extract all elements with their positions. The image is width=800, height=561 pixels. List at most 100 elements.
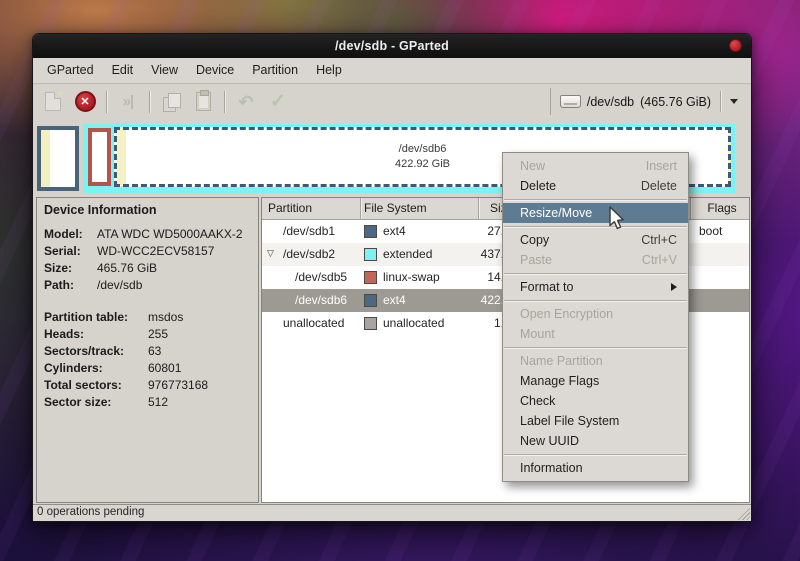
fs-label: ext4: [383, 224, 406, 238]
partition-box-sdb1[interactable]: [37, 126, 79, 191]
menu-item-copy[interactable]: Copy Ctrl+C: [503, 230, 688, 250]
partition-size: 27.: [487, 224, 504, 238]
field-value: 465.76 GiB: [97, 261, 158, 275]
menu-item-new[interactable]: New Insert: [503, 156, 688, 176]
copy-button[interactable]: [158, 88, 184, 115]
menu-edit[interactable]: Edit: [103, 58, 143, 83]
field-value: 60801: [148, 361, 182, 375]
toolbar-separator: [224, 90, 225, 113]
menu-item-check[interactable]: Check: [503, 391, 688, 411]
close-button[interactable]: [729, 39, 742, 52]
menu-item-paste[interactable]: Paste Ctrl+V: [503, 250, 688, 270]
mouse-cursor: [609, 206, 624, 230]
partition-name: /dev/sdb5: [295, 270, 348, 284]
menu-partition[interactable]: Partition: [243, 58, 307, 83]
expander-icon[interactable]: ▽: [267, 248, 274, 259]
selected-partition-label: /dev/sdb6: [398, 143, 447, 156]
new-partition-icon: [45, 91, 63, 111]
selected-partition-size: 422.92 GiB: [394, 158, 451, 170]
status-text: 0 operations pending: [37, 506, 145, 518]
window-title: /dev/sdb - GParted: [334, 39, 450, 53]
menu-help[interactable]: Help: [307, 58, 351, 83]
menu-item-information[interactable]: Information: [503, 458, 688, 478]
partition-size: 1.: [493, 316, 504, 330]
menu-device[interactable]: Device: [187, 58, 243, 83]
submenu-arrow-icon: [671, 283, 677, 291]
toolbar-separator: [106, 90, 107, 113]
paste-button[interactable]: [190, 88, 216, 115]
fs-color-swatch: [364, 270, 377, 284]
menu-separator: [503, 297, 688, 304]
device-information-panel: Device Information Model: ATA WDC WD5000A…: [36, 197, 259, 503]
fs-color-swatch: [364, 293, 377, 307]
menu-separator: [503, 451, 688, 458]
field-label: Partition table:: [44, 310, 129, 324]
title-bar[interactable]: /dev/sdb - GParted: [33, 34, 751, 58]
fs-color-swatch: [364, 316, 377, 330]
partition-size: 14.: [487, 270, 504, 284]
fs-label: ext4: [383, 293, 406, 307]
field-value: 63: [148, 344, 162, 358]
menu-separator: [503, 223, 688, 230]
menu-item-new-uuid[interactable]: New UUID: [503, 431, 688, 451]
partition-context-menu: New Insert Delete Delete Resize/Move Copy C…: [502, 152, 689, 482]
menu-separator: [503, 196, 688, 203]
menu-item-mount[interactable]: Mount: [503, 324, 688, 344]
apply-icon: ✓: [270, 91, 286, 112]
toolbar-separator: [149, 90, 150, 113]
menu-view[interactable]: View: [142, 58, 187, 83]
menu-item-label-file-system[interactable]: Label File System: [503, 411, 688, 431]
menu-item-manage-flags[interactable]: Manage Flags: [503, 371, 688, 391]
field-value: WD-WCC2ECV58157: [97, 244, 215, 258]
field-value: 976773168: [148, 378, 209, 392]
toolbar: ✕ »| ↶ ✓ /dev/sdb (465.76 GiB): [33, 84, 751, 119]
resize-move-icon: »|: [122, 93, 135, 110]
menu-item-resize-move[interactable]: Resize/Move: [503, 203, 688, 223]
device-selector[interactable]: /dev/sdb (465.76 GiB): [549, 88, 746, 115]
field-label: Sectors/track:: [44, 344, 125, 358]
field-label: Sector size:: [44, 395, 112, 409]
device-information-title: Device Information: [44, 203, 157, 217]
menu-gparted[interactable]: GParted: [38, 58, 103, 83]
new-partition-button[interactable]: [40, 88, 66, 115]
undo-icon: ↶: [238, 91, 254, 112]
resize-move-button[interactable]: »|: [115, 88, 141, 115]
disk-icon: [559, 95, 581, 108]
field-label: Heads:: [44, 327, 85, 341]
field-label: Cylinders:: [44, 361, 103, 375]
delete-partition-icon: ✕: [74, 91, 96, 112]
menu-item-name-partition[interactable]: Name Partition: [503, 351, 688, 371]
partition-box-sdb5[interactable]: [88, 128, 111, 186]
field-label: Total sectors:: [44, 378, 122, 392]
column-header-flags[interactable]: Flags: [698, 201, 746, 215]
partition-name: /dev/sdb2: [283, 247, 336, 261]
field-label: Size:: [44, 261, 73, 275]
column-header-file-system[interactable]: File System: [364, 201, 427, 215]
field-value: 255: [148, 327, 169, 341]
menu-item-delete[interactable]: Delete Delete: [503, 176, 688, 196]
partition-size: 437.: [480, 247, 504, 261]
field-value: /dev/sdb: [97, 278, 143, 292]
menu-separator: [503, 270, 688, 277]
undo-button[interactable]: ↶: [233, 88, 259, 115]
partition-name: unallocated: [283, 316, 345, 330]
status-bar: 0 operations pending: [33, 504, 751, 521]
field-value: 512: [148, 395, 169, 409]
partition-name: /dev/sdb6: [295, 293, 348, 307]
field-label: Serial:: [44, 244, 81, 258]
fs-color-swatch: [364, 224, 377, 238]
fs-color-swatch: [364, 247, 377, 261]
column-header-partition[interactable]: Partition: [268, 201, 312, 215]
menu-bar: GParted Edit View Device Partition Help: [33, 58, 751, 84]
delete-partition-button[interactable]: ✕: [72, 88, 98, 115]
desktop: { "window": { "title": "/dev/sdb - GPart…: [0, 0, 800, 561]
menu-item-format-to[interactable]: Format to: [503, 277, 688, 297]
menu-item-open-encryption[interactable]: Open Encryption: [503, 304, 688, 324]
menu-separator: [503, 344, 688, 351]
field-label: Model:: [44, 227, 83, 241]
apply-button[interactable]: ✓: [265, 88, 291, 115]
chevron-down-icon: [730, 99, 738, 104]
field-value: msdos: [148, 310, 184, 324]
paste-icon: [195, 90, 211, 111]
resize-grip[interactable]: [736, 506, 750, 520]
